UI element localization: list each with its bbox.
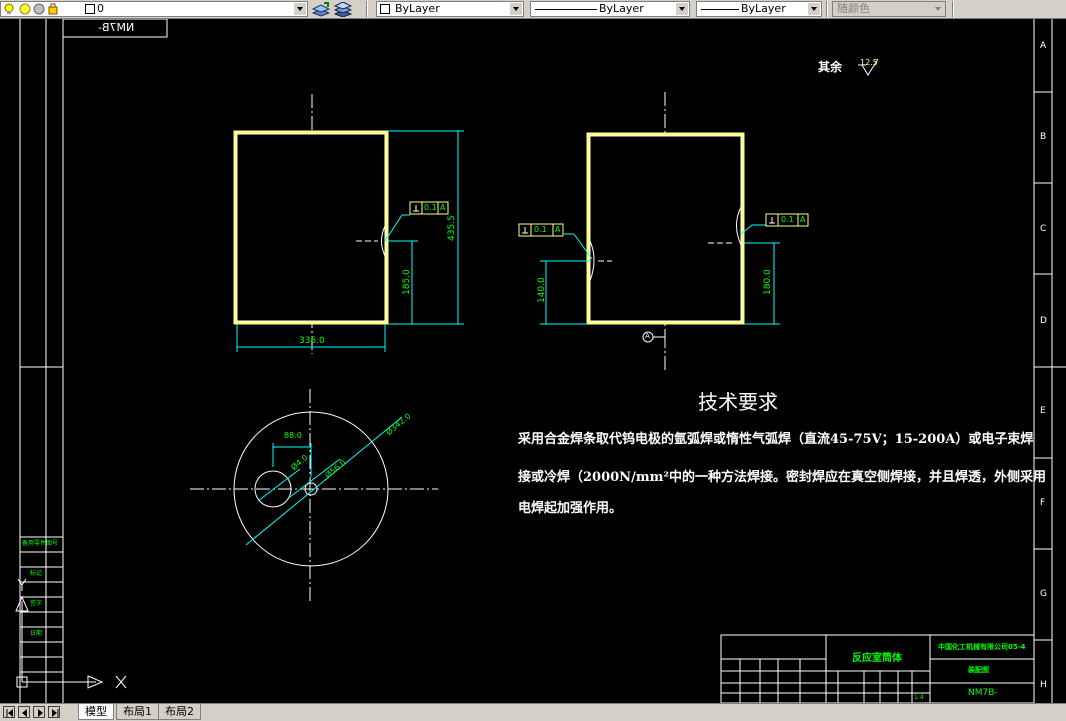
side-note-4: 日期 — [30, 630, 43, 637]
dim-right-low: 140.0 — [537, 277, 547, 303]
chevron-down-icon[interactable] — [808, 3, 820, 15]
plotstyle-dropdown: 随颜色 — [832, 1, 946, 17]
chevron-down-icon[interactable] — [676, 3, 688, 15]
tb-part-name: 反应室筒体 — [852, 653, 902, 664]
side-note-3: 签字 — [30, 600, 43, 607]
roughness-label: 其余 — [818, 60, 843, 74]
tab-model[interactable]: 模型 — [78, 704, 114, 720]
side-note-1: 备用零件图号 — [22, 540, 59, 547]
plotstyle-value: 随颜色 — [837, 2, 870, 15]
zone-letter-g: G — [1040, 589, 1047, 599]
toolbar-separator — [952, 1, 954, 17]
prev-tab-button[interactable] — [18, 706, 30, 718]
next-tab-button[interactable] — [33, 706, 45, 718]
properties-toolbar: 0 ByLayer ByLayer ByLayer 随颜色 — [0, 0, 1066, 19]
tb-material-top: 中国化工机械有限公司05-4 — [938, 643, 1026, 651]
dim-right-mid: 180.0 — [763, 269, 773, 295]
color-value: ByLayer — [395, 2, 440, 15]
linetype-dropdown[interactable]: ByLayer — [530, 1, 690, 17]
last-tab-button[interactable] — [48, 706, 60, 718]
layer-dropdown[interactable]: 0 — [0, 1, 308, 17]
dim-circle-offset: 88.0 — [284, 431, 302, 440]
zone-letter-c: C — [1040, 224, 1047, 234]
dim-left-mid: 185.0 — [402, 269, 412, 295]
drawing-canvas[interactable]: NM7B- 其余 12.5 435.5 185.0 335.0 0.1 A 14… — [0, 19, 1066, 703]
datum-left: A — [440, 203, 446, 212]
side-note-2: 标记 — [30, 570, 43, 577]
zone-letter-d: D — [1040, 316, 1047, 326]
drawing-svg — [15, 19, 1066, 703]
layer-on-icon — [3, 2, 63, 20]
layer-name: 0 — [97, 2, 104, 15]
dim-left-width: 335.0 — [299, 336, 325, 346]
linetype-value: ByLayer — [599, 2, 644, 15]
tb-drawing-no: NM7B- — [968, 688, 998, 698]
tech-line-2: 接或冷焊（2000N/mm²中的一种方法焊接。密封焊应在真空侧焊接，并且焊透，外… — [518, 470, 1047, 485]
layout-tabs-bar: 模型 布局1 布局2 — [0, 703, 1066, 721]
first-tab-button[interactable] — [3, 706, 15, 718]
right-section-view — [518, 92, 809, 371]
dim-left-height: 435.5 — [447, 215, 457, 241]
tech-title: 技术要求 — [698, 390, 778, 414]
mirror-label: NM7B- — [98, 21, 135, 34]
drawing-frame — [19, 19, 1066, 703]
tab-layout1[interactable]: 布局1 — [116, 704, 159, 720]
tab-layout2[interactable]: 布局2 — [158, 704, 201, 720]
zone-letter-h: H — [1040, 680, 1047, 690]
chevron-down-icon[interactable] — [510, 3, 522, 15]
lineweight-sample — [701, 9, 739, 10]
tol-right-a: 0.1 — [534, 225, 547, 234]
tech-line-3: 电焊起加强作用。 — [518, 501, 623, 516]
roughness-value: 12.5 — [860, 58, 878, 67]
lineweight-dropdown[interactable]: ByLayer — [696, 1, 822, 17]
color-swatch — [380, 4, 390, 14]
lineweight-value: ByLayer — [741, 2, 786, 15]
datum-right-a: A — [555, 225, 561, 234]
zone-letter-e: E — [1040, 406, 1046, 416]
layer-color-swatch — [85, 4, 95, 14]
zone-letter-a: A — [1040, 41, 1047, 51]
tol-right-b: 0.1 — [781, 215, 794, 224]
tb-material: 装配图 — [968, 666, 989, 674]
chevron-down-icon[interactable] — [294, 3, 306, 15]
datum-circle-label: A — [645, 332, 650, 340]
color-dropdown[interactable]: ByLayer — [376, 1, 524, 17]
chevron-down-icon — [932, 3, 944, 15]
tol-left: 0.1 — [424, 203, 437, 212]
tech-line-1: 采用合金焊条取代钨电极的氩弧焊或惰性气弧焊（直流45-75V；15-200A）或… — [518, 432, 1034, 447]
tb-scale: 1:4 — [914, 694, 924, 701]
zone-letter-f: F — [1040, 498, 1046, 508]
zone-letter-b: B — [1040, 132, 1047, 142]
cad-window: 0 ByLayer ByLayer ByLayer 随颜色 NM7B- 其余 1… — [0, 0, 1066, 721]
datum-right-b: A — [800, 215, 806, 224]
toolbar-separator — [366, 1, 368, 17]
left-section-view — [233, 94, 464, 354]
linetype-sample — [535, 9, 597, 10]
toolbar-separator — [826, 1, 828, 17]
